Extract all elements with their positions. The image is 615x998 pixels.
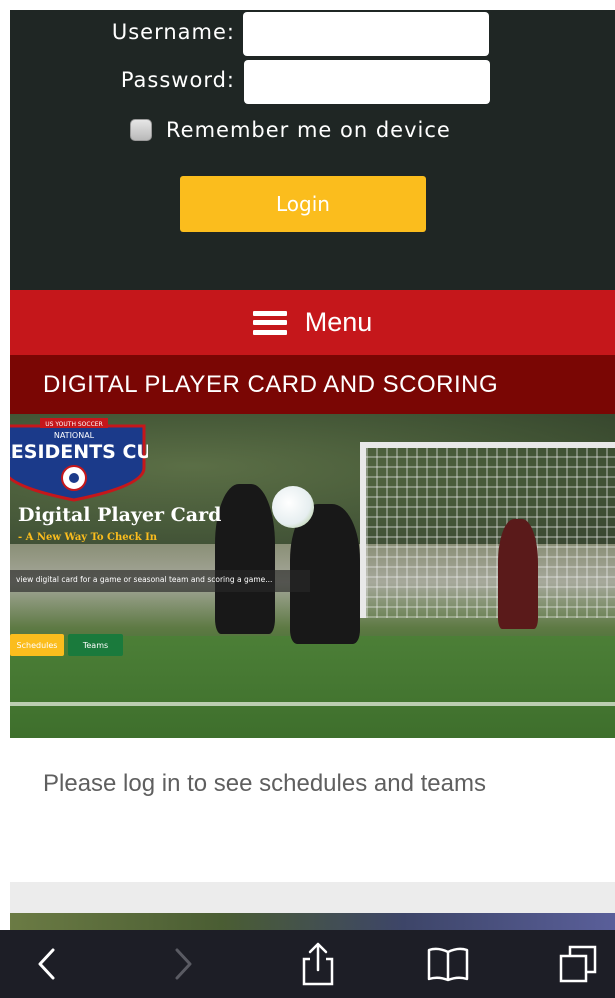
password-label: Password: [120,68,235,92]
login-panel: Username: Password: Remember me on devic… [10,10,615,290]
username-label: Username: [111,20,235,44]
menu-button[interactable]: Menu [10,290,615,355]
remember-checkbox[interactable] [130,119,152,141]
player-figure [215,484,275,634]
page: Username: Password: Remember me on devic… [10,0,615,998]
share-icon[interactable] [296,942,340,986]
password-row: Password: [10,60,615,106]
back-icon[interactable] [24,942,68,986]
login-prompt-message: Please log in to see schedules and teams [43,770,486,797]
hero-image: US YOUTH SOCCER NATIONAL PRESIDENTS CUP … [10,414,615,738]
username-row: Username: [10,12,615,58]
login-button[interactable]: Login [180,176,426,232]
menu-label: Menu [304,307,373,337]
password-input[interactable] [244,60,490,104]
card-subtitle: - A New Way To Check In [18,532,158,543]
browser-toolbar [0,930,615,998]
soccer-ball [272,486,314,528]
referee-figure [498,519,538,629]
hamburger-icon [252,310,287,335]
forward-icon[interactable] [162,942,206,986]
field-line [10,702,615,706]
logo-line1: US YOUTH SOCCER [45,421,103,428]
info-strip: view digital card for a game or seasonal… [10,570,310,592]
section-title: DIGITAL PLAYER CARD AND SCORING [43,371,499,398]
bookmarks-icon[interactable] [426,942,470,986]
presidents-cup-logo: US YOUTH SOCCER NATIONAL PRESIDENTS CUP [10,418,148,502]
teams-button[interactable]: Teams [68,634,123,656]
schedules-button[interactable]: Schedules [10,634,64,656]
info-text: view digital card for a game or seasonal… [16,575,273,584]
remember-me[interactable]: Remember me on device [130,116,451,144]
username-input[interactable] [243,12,489,56]
tabs-icon[interactable] [556,942,600,986]
remember-label: Remember me on device [166,118,451,142]
card-title: Digital Player Card [18,504,222,526]
soccer-goal [360,442,615,618]
logo-line3: PRESIDENTS CUP [10,441,148,463]
logo-line2: NATIONAL [54,431,95,440]
section-header: DIGITAL PLAYER CARD AND SCORING [10,355,615,414]
